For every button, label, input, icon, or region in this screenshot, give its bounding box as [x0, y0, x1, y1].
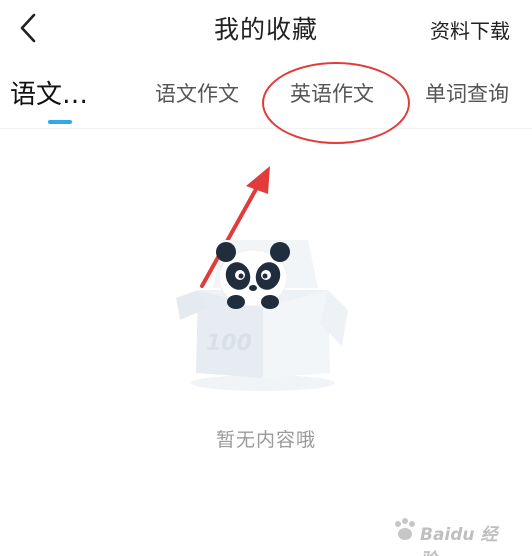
box-stamp-label: 100 [206, 331, 252, 356]
panda-in-box-icon: 100 [176, 240, 348, 391]
favorites-page: 我的收藏 资料下载 语文… 语文作文 英语作文 单词查询 100 暂无内容哦 B… [0, 0, 532, 556]
baidu-watermark: Baidu 经验 [392, 510, 512, 556]
empty-state-message: 暂无内容哦 [215, 429, 316, 451]
tab-divider [0, 128, 532, 129]
active-tab-indicator [48, 120, 72, 124]
download-materials-button[interactable]: 资料下载 [430, 15, 510, 44]
watermark-text: Baidu 经验 [420, 525, 498, 556]
tab-word-lookup[interactable]: 单词查询 [425, 78, 509, 108]
annotation-circle [262, 62, 410, 144]
top-navigation-bar: 我的收藏 资料下载 [0, 0, 532, 56]
tab-chinese-composition[interactable]: 语文作文 [155, 78, 239, 108]
tab-chinese[interactable]: 语文… [10, 74, 88, 111]
paw-logo-icon [395, 518, 415, 540]
